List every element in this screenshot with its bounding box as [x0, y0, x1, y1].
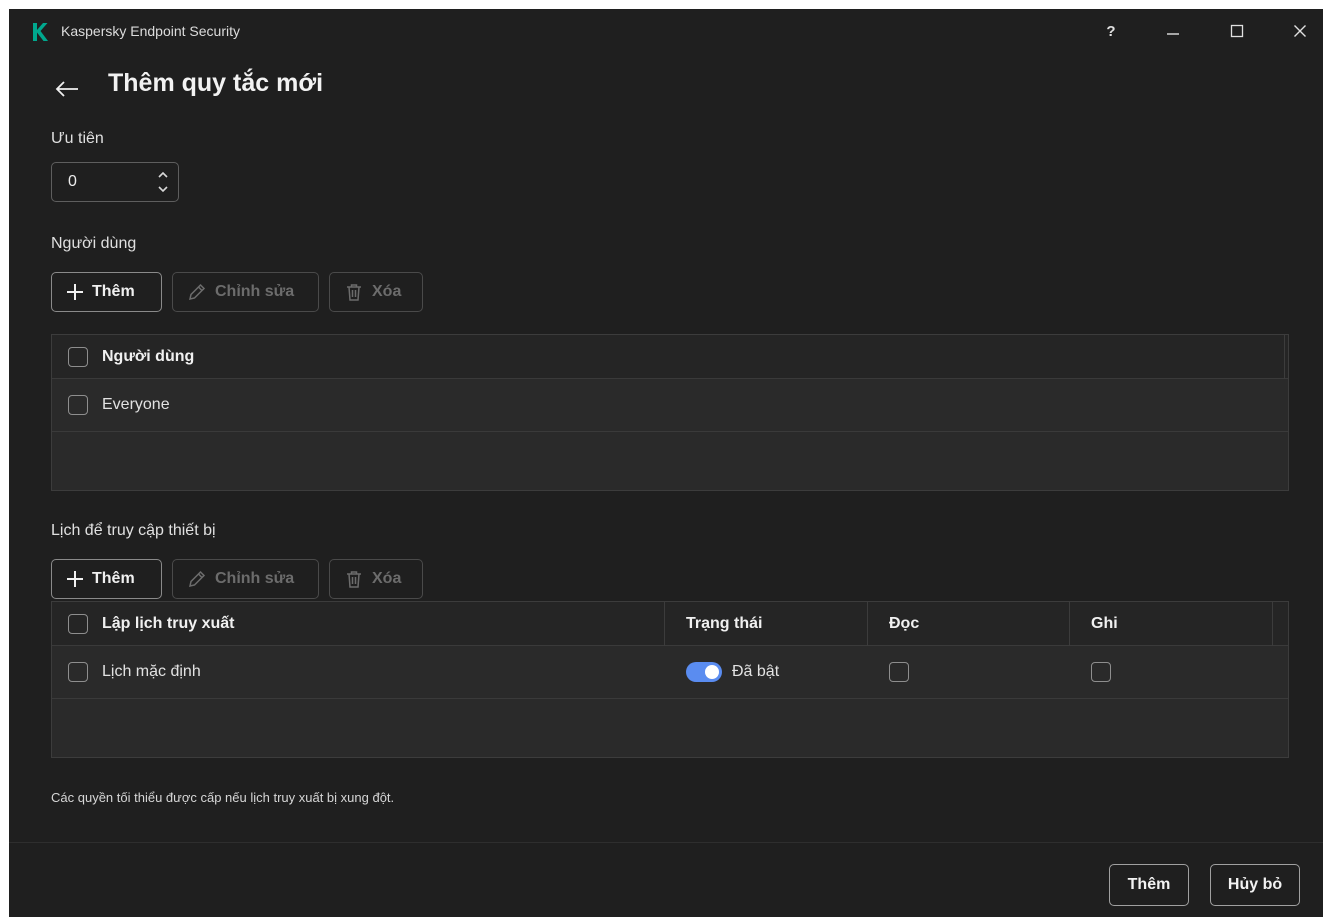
users-column-header[interactable]: Người dùng — [102, 335, 194, 378]
app-window: Kaspersky Endpoint Security ? Thêm quy t… — [9, 9, 1323, 917]
row-checkbox-cell — [68, 646, 88, 698]
kaspersky-logo-icon — [33, 23, 48, 41]
table-row[interactable]: Everyone — [52, 379, 1288, 432]
users-delete-label: Xóa — [372, 283, 402, 300]
schedule-table: Lập lịch truy xuất Trạng thái Đọc Ghi Lị… — [51, 601, 1289, 758]
minimize-icon — [1167, 33, 1179, 35]
column-divider — [664, 602, 665, 646]
column-header-schedule[interactable]: Lập lịch truy xuất — [102, 602, 234, 645]
title-bar: Kaspersky Endpoint Security ? — [9, 9, 1323, 53]
minimize-button[interactable] — [1153, 17, 1193, 45]
column-divider — [867, 602, 868, 646]
priority-stepper[interactable]: 0 — [51, 162, 179, 202]
priority-label: Ưu tiên — [51, 130, 104, 147]
footer-cancel-button[interactable]: Hủy bỏ — [1210, 864, 1300, 906]
table-row[interactable]: Lịch mặc định Đã bật — [52, 646, 1288, 699]
users-select-all-checkbox[interactable] — [68, 346, 88, 367]
schedule-name-cell: Lịch mặc định — [102, 663, 201, 680]
plus-icon — [66, 570, 84, 588]
close-icon — [1294, 25, 1306, 37]
column-header-read[interactable]: Đọc — [889, 602, 919, 645]
status-cell: Đã bật — [686, 646, 779, 698]
footer-add-button[interactable]: Thêm — [1109, 864, 1189, 906]
column-header-status[interactable]: Trạng thái — [686, 602, 762, 645]
trash-icon — [344, 569, 364, 589]
pencil-icon — [187, 282, 207, 302]
status-text: Đã bật — [732, 663, 780, 680]
read-cell — [889, 646, 909, 698]
close-button[interactable] — [1280, 17, 1320, 45]
schedule-edit-label: Chỉnh sửa — [215, 570, 295, 587]
status-toggle[interactable] — [686, 662, 722, 682]
pencil-icon — [187, 569, 207, 589]
schedule-delete-label: Xóa — [372, 570, 402, 587]
users-table-header: Người dùng — [52, 335, 1288, 379]
schedule-select-all-checkbox[interactable] — [68, 613, 88, 634]
back-button[interactable] — [53, 75, 81, 103]
stepper-arrows-icon[interactable] — [156, 168, 170, 196]
maximize-icon — [1230, 24, 1244, 38]
row-checkbox-cell — [68, 379, 88, 431]
plus-icon — [66, 283, 84, 301]
schedule-select-all-cell — [68, 602, 88, 645]
footer: Thêm Hủy bỏ — [9, 842, 1323, 917]
users-table: Người dùng Everyone — [51, 334, 1289, 491]
write-checkbox[interactable] — [1091, 662, 1111, 682]
conflict-note: Các quyền tối thiểu được cấp nếu lịch tr… — [51, 790, 395, 805]
write-cell — [1091, 646, 1111, 698]
schedule-add-label: Thêm — [92, 570, 135, 587]
users-section-label: Người dùng — [51, 235, 137, 252]
row-checkbox[interactable] — [68, 395, 88, 415]
row-checkbox[interactable] — [68, 662, 88, 682]
maximize-button[interactable] — [1217, 17, 1257, 45]
schedule-edit-button[interactable]: Chỉnh sửa — [172, 559, 319, 599]
column-divider — [1272, 602, 1273, 646]
users-select-all-cell — [68, 335, 88, 378]
app-title: Kaspersky Endpoint Security — [61, 23, 240, 39]
schedule-table-header: Lập lịch truy xuất Trạng thái Đọc Ghi — [52, 602, 1288, 646]
column-header-write[interactable]: Ghi — [1091, 602, 1118, 645]
help-button[interactable]: ? — [1091, 17, 1131, 45]
arrow-left-icon — [55, 81, 78, 97]
column-divider — [1284, 335, 1285, 379]
users-add-button[interactable]: Thêm — [51, 272, 162, 312]
trash-icon — [344, 282, 364, 302]
page-title: Thêm quy tắc mới — [108, 69, 324, 97]
users-edit-button[interactable]: Chỉnh sửa — [172, 272, 319, 312]
schedule-add-button[interactable]: Thêm — [51, 559, 162, 599]
schedule-delete-button[interactable]: Xóa — [329, 559, 423, 599]
users-delete-button[interactable]: Xóa — [329, 272, 423, 312]
users-edit-label: Chỉnh sửa — [215, 283, 295, 300]
user-name-cell: Everyone — [102, 396, 170, 413]
schedule-section-label: Lịch để truy cập thiết bị — [51, 522, 216, 539]
priority-value[interactable]: 0 — [68, 173, 77, 191]
read-checkbox[interactable] — [889, 662, 909, 682]
users-add-label: Thêm — [92, 283, 135, 300]
help-icon: ? — [1106, 22, 1116, 40]
column-divider — [1069, 602, 1070, 646]
